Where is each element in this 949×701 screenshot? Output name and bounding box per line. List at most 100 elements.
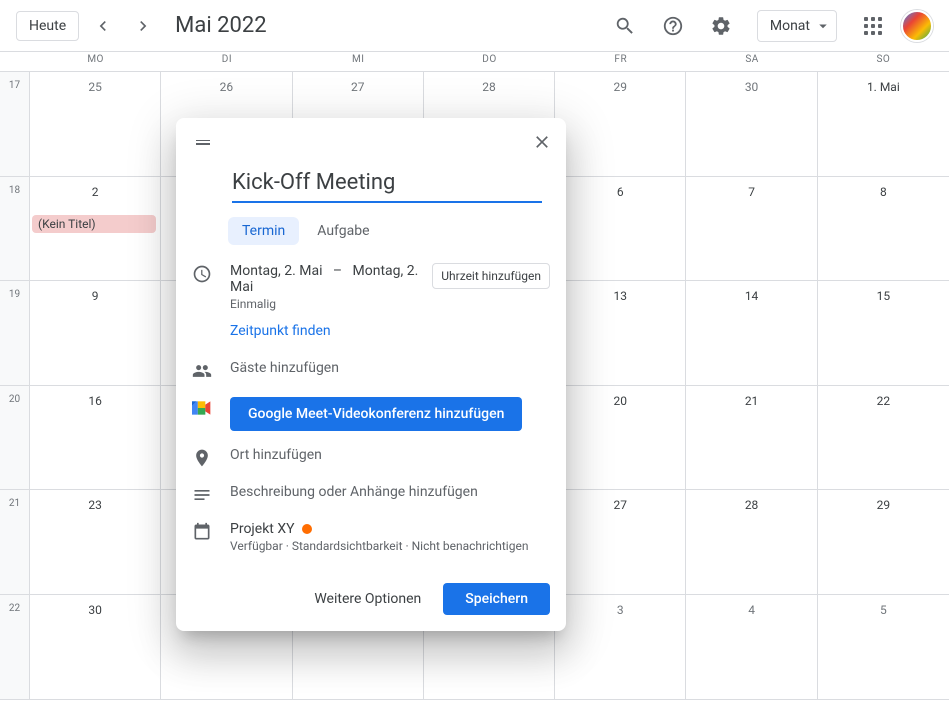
- day-cell[interactable]: 6: [555, 177, 686, 282]
- day-cell[interactable]: 30: [686, 72, 817, 177]
- day-number: 27: [297, 76, 419, 94]
- close-button[interactable]: [526, 126, 558, 158]
- add-description-field[interactable]: Beschreibung oder Anhänge hinzufügen: [230, 484, 550, 500]
- date-sep: –: [333, 263, 342, 279]
- day-number: 8: [822, 181, 945, 199]
- day-number: 21: [690, 390, 812, 408]
- view-selector[interactable]: Monat: [757, 10, 837, 42]
- day-cell[interactable]: 27: [555, 490, 686, 595]
- week-number: 21: [0, 490, 30, 595]
- calendar-icon: [192, 522, 212, 542]
- week-number: 17: [0, 72, 30, 177]
- apps-button[interactable]: [853, 6, 893, 46]
- tab-task[interactable]: Aufgabe: [303, 217, 383, 245]
- description-icon: [192, 485, 212, 505]
- today-button[interactable]: Heute: [16, 11, 79, 41]
- day-number: 3: [559, 599, 681, 617]
- drag-handle-icon[interactable]: [192, 136, 214, 149]
- find-time-link[interactable]: Zeitpunkt finden: [230, 323, 331, 339]
- day-number: 13: [559, 285, 681, 303]
- create-event-dialog: Termin Aufgabe Montag, 2. Mai – Montag, …: [176, 118, 566, 631]
- day-number: 26: [165, 76, 287, 94]
- day-cell[interactable]: 5: [818, 595, 949, 700]
- settings-button[interactable]: [701, 6, 741, 46]
- day-cell[interactable]: 8: [818, 177, 949, 282]
- day-cell[interactable]: 16: [30, 386, 161, 491]
- day-number: 2: [34, 181, 156, 199]
- day-number: 25: [34, 76, 156, 94]
- search-icon: [614, 15, 636, 37]
- date-start[interactable]: Montag, 2. Mai: [230, 263, 323, 279]
- day-cell[interactable]: 21: [686, 386, 817, 491]
- week-number: 18: [0, 177, 30, 282]
- meet-icon: [192, 398, 212, 418]
- day-number: 20: [559, 390, 681, 408]
- event-title-input[interactable]: [232, 166, 542, 203]
- day-cell[interactable]: 23: [30, 490, 161, 595]
- close-icon: [532, 132, 552, 152]
- save-button[interactable]: Speichern: [443, 583, 550, 615]
- day-cell[interactable]: 13: [555, 281, 686, 386]
- day-number: 28: [428, 76, 550, 94]
- chevron-left-icon: [93, 16, 113, 36]
- next-month-button[interactable]: [127, 10, 159, 42]
- week-number: 22: [0, 595, 30, 700]
- add-meet-button[interactable]: Google Meet-Videokonferenz hinzufügen: [230, 397, 522, 431]
- gear-icon: [710, 15, 732, 37]
- people-icon: [192, 361, 212, 381]
- prev-month-button[interactable]: [87, 10, 119, 42]
- add-guests-field[interactable]: Gäste hinzufügen: [230, 360, 550, 376]
- day-cell[interactable]: 22: [818, 386, 949, 491]
- day-cell[interactable]: 2 (Kein Titel): [30, 177, 161, 282]
- day-number: 29: [559, 76, 681, 94]
- week-number: 19: [0, 281, 30, 386]
- more-options-button[interactable]: Weitere Optionen: [300, 583, 435, 615]
- calendar-name[interactable]: Projekt XY: [230, 521, 295, 537]
- location-icon: [192, 448, 212, 468]
- day-cell[interactable]: 9: [30, 281, 161, 386]
- day-number: 29: [822, 494, 945, 512]
- day-number: 30: [690, 76, 812, 94]
- day-cell[interactable]: 14: [686, 281, 817, 386]
- tab-event[interactable]: Termin: [228, 217, 299, 245]
- day-number: 5: [822, 599, 945, 617]
- day-cell[interactable]: 3: [555, 595, 686, 700]
- day-number: 16: [34, 390, 156, 408]
- add-location-field[interactable]: Ort hinzufügen: [230, 447, 550, 463]
- add-time-button[interactable]: Uhrzeit hinzufügen: [432, 263, 550, 289]
- recurrence-label: Einmalig: [230, 297, 432, 311]
- search-button[interactable]: [605, 6, 645, 46]
- day-headers: MO DI MI DO FR SA SO: [0, 52, 949, 72]
- help-button[interactable]: [653, 6, 693, 46]
- day-number: 7: [690, 181, 812, 199]
- day-header: MO: [30, 52, 161, 71]
- calendar-color-dot: [302, 524, 312, 534]
- day-cell[interactable]: 7: [686, 177, 817, 282]
- day-cell[interactable]: 29: [555, 72, 686, 177]
- view-label: Monat: [770, 18, 810, 34]
- day-number: 15: [822, 285, 945, 303]
- day-cell[interactable]: 1. Mai: [818, 72, 949, 177]
- month-title: Mai 2022: [175, 13, 266, 38]
- account-avatar[interactable]: [901, 10, 933, 42]
- help-icon: [662, 15, 684, 37]
- day-number: 4: [690, 599, 812, 617]
- day-cell[interactable]: 20: [555, 386, 686, 491]
- day-header: DI: [161, 52, 292, 71]
- day-cell[interactable]: 25: [30, 72, 161, 177]
- day-cell[interactable]: 4: [686, 595, 817, 700]
- day-number: 14: [690, 285, 812, 303]
- day-cell[interactable]: 15: [818, 281, 949, 386]
- apps-icon: [864, 17, 882, 35]
- day-number: 6: [559, 181, 681, 199]
- day-cell[interactable]: 30: [30, 595, 161, 700]
- day-header: FR: [555, 52, 686, 71]
- day-cell[interactable]: 29: [818, 490, 949, 595]
- day-number: 30: [34, 599, 156, 617]
- day-header: DO: [424, 52, 555, 71]
- day-number: 22: [822, 390, 945, 408]
- day-number: 28: [690, 494, 812, 512]
- day-cell[interactable]: 28: [686, 490, 817, 595]
- caret-down-icon: [814, 17, 832, 35]
- event-chip[interactable]: (Kein Titel): [32, 215, 156, 233]
